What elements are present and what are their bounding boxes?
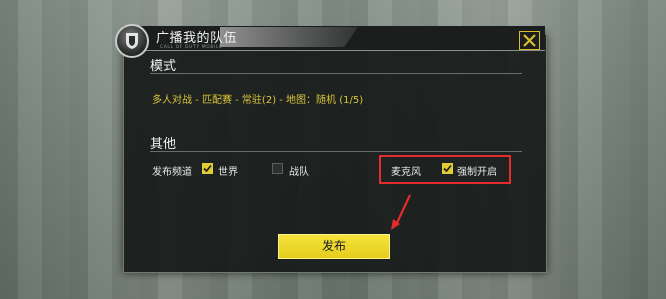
publish-button[interactable]: 发布	[278, 234, 390, 259]
